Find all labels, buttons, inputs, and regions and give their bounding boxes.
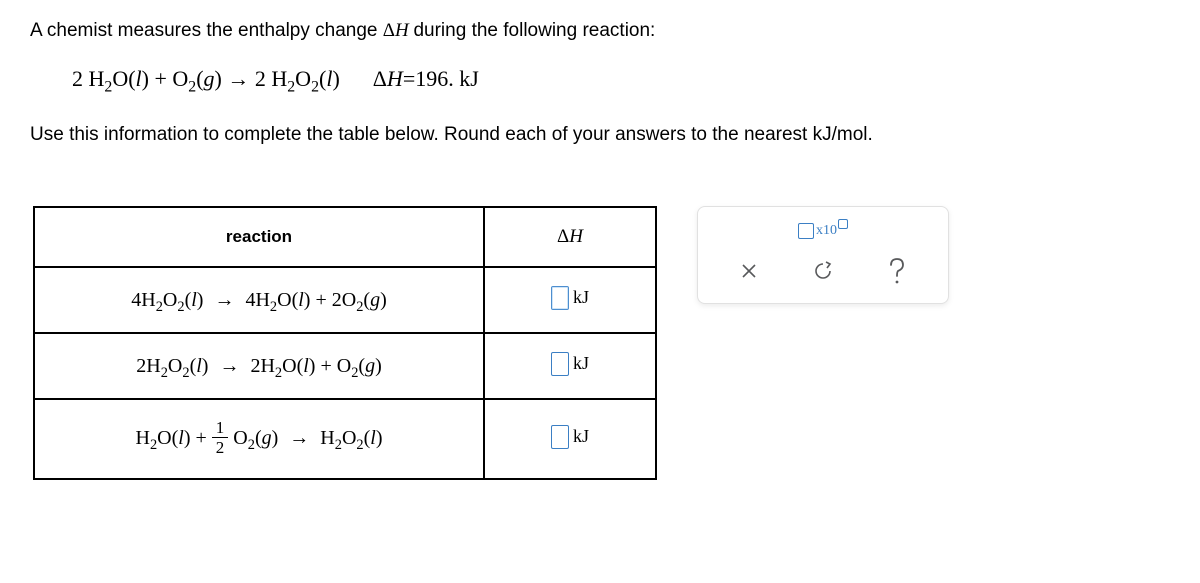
reset-icon	[812, 260, 834, 282]
given-reaction-arrow: →	[227, 66, 249, 91]
dh-H: H	[569, 226, 583, 247]
sci-coefficient-box-icon	[798, 223, 814, 239]
dh-cell-1: kJ	[484, 267, 656, 333]
reaction-cell-2: 2H2O2(l) → 2H2O(l) + O2(g)	[34, 333, 484, 399]
given-reaction-lhs: 2 H2O(l) + O2(g)	[72, 66, 222, 91]
unit-3: kJ	[573, 426, 589, 447]
given-reaction: 2 H2O(l) + O2(g) → 2 H2O2(l) ΔH=196. kJ	[72, 66, 1170, 92]
reaction-table: reaction ΔH 4H2O2(l) → 4H2O(l) + 2O2(g) …	[33, 206, 657, 480]
sci-notation-button[interactable]: x10	[794, 221, 852, 241]
prompt-line-2: Use this information to complete the tab…	[30, 124, 1170, 146]
reaction-cell-1: 4H2O2(l) → 4H2O(l) + 2O2(g)	[34, 267, 484, 333]
close-icon	[739, 261, 759, 281]
prompt1-prefix: A chemist measures the enthalpy change	[30, 20, 383, 41]
help-button[interactable]	[881, 255, 913, 287]
dh-delta: Δ	[557, 226, 569, 247]
input-toolbar: x10	[697, 206, 949, 304]
col-header-dh: ΔH	[484, 207, 656, 267]
prompt1-suffix: during the following reaction:	[413, 20, 655, 41]
prompt-line-1: A chemist measures the enthalpy change Δ…	[30, 20, 1170, 42]
table-row: 4H2O2(l) → 4H2O(l) + 2O2(g) kJ	[34, 267, 656, 333]
table-body: 4H2O2(l) → 4H2O(l) + 2O2(g) kJ 2H2O2(l) …	[34, 267, 656, 479]
sci-exponent-box-icon	[838, 219, 848, 229]
sci-x10-label: x10	[816, 224, 837, 238]
dh-cell-3: kJ	[484, 399, 656, 479]
answer-input-2[interactable]	[551, 352, 569, 376]
reaction-cell-3: H2O(l) + 12 O2(g) → H2O2(l)	[34, 399, 484, 479]
help-icon	[886, 257, 908, 285]
unit-2: kJ	[573, 353, 589, 374]
col-header-reaction: reaction	[34, 207, 484, 267]
answer-input-3[interactable]	[551, 425, 569, 449]
table-row: 2H2O2(l) → 2H2O(l) + O2(g) kJ	[34, 333, 656, 399]
unit-1: kJ	[573, 287, 589, 308]
dh-cell-2: kJ	[484, 333, 656, 399]
answer-input-1[interactable]	[551, 286, 569, 310]
table-row: H2O(l) + 12 O2(g) → H2O2(l) kJ	[34, 399, 656, 479]
H-symbol: H	[395, 20, 409, 41]
given-reaction-rhs: 2 H2O2(l)	[255, 66, 340, 91]
close-button[interactable]	[733, 255, 765, 287]
reset-button[interactable]	[807, 255, 839, 287]
delta-symbol: Δ	[383, 20, 395, 41]
